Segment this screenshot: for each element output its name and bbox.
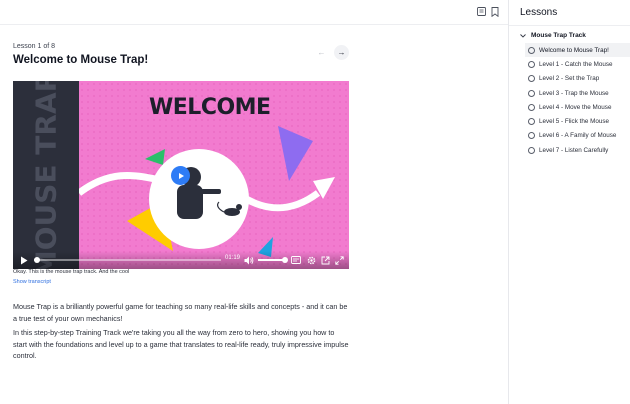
lesson-item-label: Level 2 - Set the Trap	[539, 75, 600, 83]
radio-circle-icon	[528, 46, 535, 54]
radio-circle-icon	[528, 60, 535, 68]
volume-icon	[244, 256, 254, 264]
lesson-item[interactable]: Level 7 - Listen Carefully	[525, 143, 630, 157]
gear-icon	[307, 256, 315, 264]
volume-slider[interactable]	[258, 257, 288, 263]
video-controls: 01:19	[13, 251, 349, 269]
lesson-counter: Lesson 1 of 8	[13, 43, 56, 50]
next-lesson-button[interactable]: →	[334, 45, 349, 60]
radio-circle-icon	[528, 146, 535, 154]
play-icon	[178, 172, 184, 179]
radio-circle-icon	[528, 75, 535, 83]
video-player[interactable]: MOUSE TRAP WELCOME 01:19	[13, 81, 349, 269]
previous-lesson-button[interactable]: ←	[314, 45, 329, 60]
notes-icon[interactable]	[476, 6, 487, 17]
top-bar	[0, 0, 508, 25]
lesson-item-label: Level 3 - Trap the Mouse	[539, 89, 609, 97]
lesson-item-label: Level 5 - Flick the Mouse	[539, 118, 609, 126]
lesson-item-label: Level 7 - Listen Carefully	[539, 146, 609, 154]
play-icon	[21, 256, 28, 264]
lesson-item[interactable]: Level 2 - Set the Trap	[525, 72, 630, 86]
sidebar-title: Lessons	[520, 7, 558, 18]
volume-button[interactable]	[244, 255, 254, 265]
video-play-overlay-button[interactable]	[171, 166, 190, 185]
radio-circle-icon	[528, 89, 535, 97]
lesson-item[interactable]: Level 3 - Trap the Mouse	[525, 86, 630, 100]
lesson-item[interactable]: Level 5 - Flick the Mouse	[525, 114, 630, 128]
lesson-item[interactable]: Level 6 - A Family of Mouse	[525, 129, 630, 143]
lesson-paragraph: In this step-by-step Training Track we'r…	[13, 328, 349, 360]
picture-in-picture-button[interactable]	[320, 255, 330, 265]
video-progress-thumb[interactable]	[34, 257, 40, 263]
lesson-item-label: Level 6 - A Family of Mouse	[539, 132, 617, 140]
captions-button[interactable]	[291, 255, 301, 265]
radio-circle-icon	[528, 118, 535, 126]
lesson-item[interactable]: Level 4 - Move the Mouse	[525, 100, 630, 114]
divider	[509, 25, 630, 26]
show-transcript-link[interactable]: Show transcript	[13, 279, 51, 285]
radio-circle-icon	[528, 132, 535, 140]
video-side-text: MOUSE TRAP	[29, 81, 63, 269]
volume-slider-thumb[interactable]	[282, 257, 288, 263]
chevron-down-icon	[519, 32, 526, 39]
fullscreen-button[interactable]	[334, 255, 344, 265]
lesson-title: Welcome to Mouse Trap!	[13, 54, 149, 66]
video-progress-bar[interactable]	[34, 257, 221, 263]
lesson-paragraph: Mouse Trap is a brilliantly powerful gam…	[13, 302, 348, 323]
lesson-item-label: Welcome to Mouse Trap!	[539, 46, 609, 54]
bookmark-icon[interactable]	[489, 6, 500, 17]
track-name: Mouse Trap Track	[531, 32, 586, 39]
lesson-item-label: Level 1 - Catch the Mouse	[539, 60, 613, 68]
captions-icon	[291, 256, 301, 264]
lessons-sidebar: Lessons Mouse Trap Track Welcome to Mous…	[508, 0, 630, 404]
radio-circle-icon	[528, 103, 535, 111]
fullscreen-icon	[334, 255, 344, 265]
arrow-right-icon: →	[337, 48, 346, 57]
video-side-brand: MOUSE TRAP	[13, 81, 79, 269]
video-time: 01:19	[225, 255, 241, 261]
lesson-item[interactable]: Level 1 - Catch the Mouse	[525, 57, 630, 71]
lesson-item[interactable]: Welcome to Mouse Trap!	[525, 43, 630, 58]
video-caption: Okay. This is the mouse trap track. And …	[13, 269, 130, 275]
lesson-content: Lesson 1 of 8 Welcome to Mouse Trap! ← →	[0, 26, 508, 404]
play-button[interactable]	[19, 255, 29, 265]
external-link-icon	[321, 256, 329, 264]
lessons-list: Welcome to Mouse Trap! Level 1 - Catch t…	[525, 43, 630, 157]
track-toggle[interactable]: Mouse Trap Track	[519, 32, 586, 39]
settings-button[interactable]	[306, 255, 316, 265]
arrow-left-icon: ←	[317, 48, 326, 57]
video-banner-text: WELCOME	[149, 95, 271, 120]
lesson-item-label: Level 4 - Move the Mouse	[539, 103, 612, 111]
